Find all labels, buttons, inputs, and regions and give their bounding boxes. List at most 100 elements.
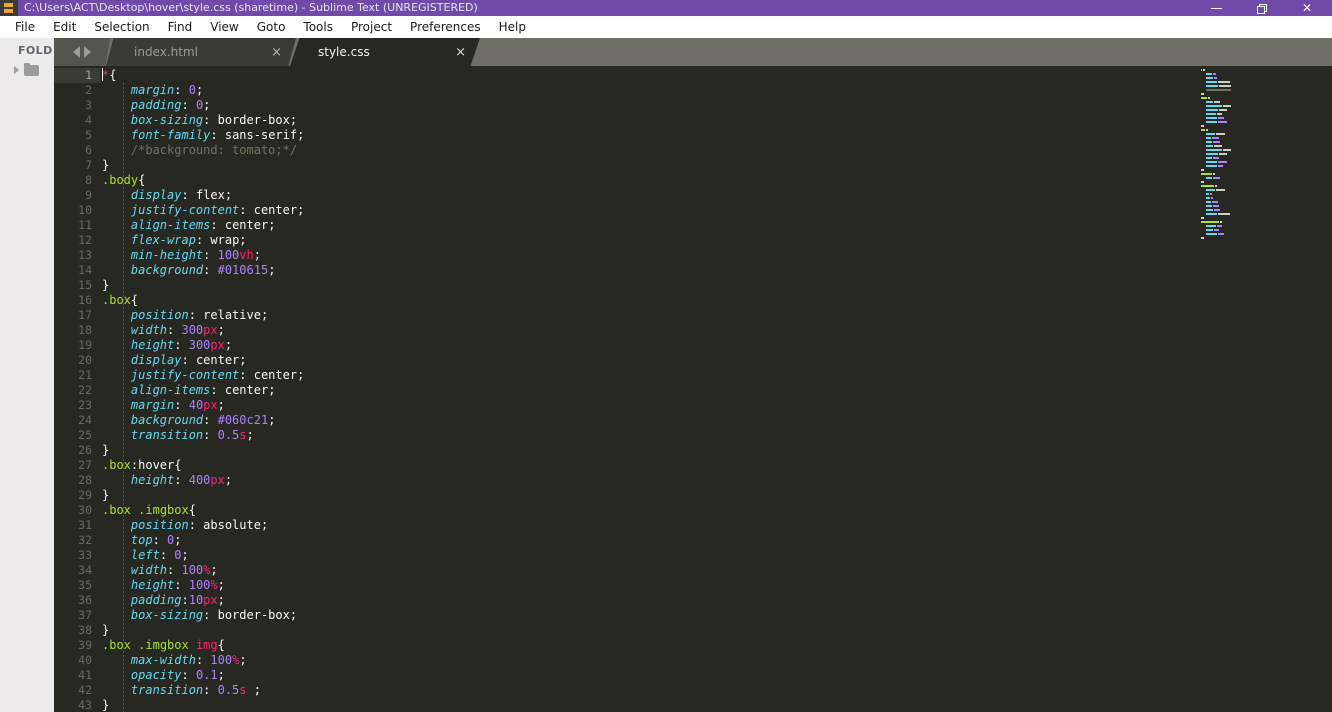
menu-item-help[interactable]: Help (490, 16, 535, 38)
code-line[interactable]: transition: 0.5s; (100, 428, 1195, 443)
code-line[interactable]: box-sizing: border-box; (100, 608, 1195, 623)
code-line[interactable]: max-width: 100%; (100, 653, 1195, 668)
code-line[interactable]: /*background: tomato;*/ (100, 143, 1195, 158)
minimap-segment (1214, 77, 1217, 79)
minimize-button[interactable] (1194, 0, 1240, 16)
code-line[interactable]: } (100, 158, 1195, 173)
arrow-right-icon[interactable] (84, 46, 91, 58)
line-number: 39 (78, 638, 92, 652)
menu-item-find[interactable]: Find (159, 16, 202, 38)
sublime-text-icon (0, 0, 18, 16)
code-line[interactable]: padding:10px; (100, 593, 1195, 608)
restore-button[interactable] (1240, 0, 1286, 16)
code-line[interactable]: box-sizing: border-box; (100, 113, 1195, 128)
line-number: 21 (78, 368, 92, 382)
code-line[interactable]: top: 0; (100, 533, 1195, 548)
code-editor[interactable]: *{ margin: 0; padding: 0; box-sizing: bo… (100, 66, 1195, 712)
menu-item-view[interactable]: View (201, 16, 247, 38)
triangle-right-icon[interactable] (14, 66, 19, 74)
code-line[interactable]: margin: 40px; (100, 398, 1195, 413)
close-button[interactable]: ✕ (1286, 0, 1332, 16)
code-line[interactable]: margin: 0; (100, 83, 1195, 98)
menu-item-file[interactable]: File (6, 16, 44, 38)
code-line[interactable]: } (100, 623, 1195, 638)
line-number: 32 (78, 533, 92, 547)
code-line[interactable]: .box .imgbox img{ (100, 638, 1195, 653)
code-line[interactable]: opacity: 0.1; (100, 668, 1195, 683)
minimap-segment (1218, 85, 1231, 87)
minimap-segment (1205, 133, 1215, 135)
code-line[interactable]: min-height: 100vh; (100, 248, 1195, 263)
code-line[interactable]: *{ (100, 68, 1195, 83)
minimap-segment (1201, 93, 1204, 95)
line-number: 8 (85, 173, 92, 187)
code-line[interactable]: align-items: center; (100, 218, 1195, 233)
menu-item-edit[interactable]: Edit (44, 16, 85, 38)
tab-label: style.css (318, 45, 370, 59)
code-line[interactable]: align-items: center; (100, 383, 1195, 398)
menu-item-preferences[interactable]: Preferences (401, 16, 490, 38)
minimap-segment (1216, 225, 1223, 227)
menu-item-tools[interactable]: Tools (294, 16, 342, 38)
line-number: 25 (78, 428, 92, 442)
line-number: 31 (78, 518, 92, 532)
code-line[interactable]: width: 100%; (100, 563, 1195, 578)
minimap-segment (1217, 165, 1224, 167)
code-line[interactable]: font-family: sans-serif; (100, 128, 1195, 143)
tab-style-css[interactable]: style.css × (290, 38, 480, 66)
minimap-segment (1213, 173, 1215, 175)
code-line[interactable]: background: #010615; (100, 263, 1195, 278)
code-line[interactable]: left: 0; (100, 548, 1195, 563)
code-line[interactable]: } (100, 278, 1195, 293)
code-line[interactable]: height: 100%; (100, 578, 1195, 593)
code-line[interactable]: padding: 0; (100, 98, 1195, 113)
code-line[interactable]: .body{ (100, 173, 1195, 188)
code-line[interactable]: width: 300px; (100, 323, 1195, 338)
code-line[interactable]: position: relative; (100, 308, 1195, 323)
minimap-segment (1217, 117, 1225, 119)
code-line[interactable]: transition: 0.5s ; (100, 683, 1195, 698)
line-number: 6 (85, 143, 92, 157)
line-number: 26 (78, 443, 92, 457)
code-line[interactable]: display: flex; (100, 188, 1195, 203)
close-icon[interactable]: × (271, 46, 282, 59)
code-line[interactable]: justify-content: center; (100, 368, 1195, 383)
code-line[interactable]: .box:hover{ (100, 458, 1195, 473)
menu-item-selection[interactable]: Selection (85, 16, 158, 38)
tab-navigation[interactable] (54, 38, 110, 66)
sidebar-folder-row[interactable] (0, 61, 54, 79)
minimap-segment (1205, 177, 1213, 179)
minimap-segment (1205, 73, 1213, 75)
code-line[interactable]: justify-content: center; (100, 203, 1195, 218)
menu-item-project[interactable]: Project (342, 16, 401, 38)
minimap-segment (1205, 209, 1214, 211)
code-line[interactable]: position: absolute; (100, 518, 1195, 533)
code-line[interactable]: } (100, 443, 1195, 458)
code-line[interactable]: background: #060c21; (100, 413, 1195, 428)
minimap-segment (1205, 117, 1217, 119)
code-line[interactable]: height: 400px; (100, 473, 1195, 488)
code-line[interactable]: } (100, 488, 1195, 503)
code-line[interactable]: } (100, 698, 1195, 712)
line-number: 27 (78, 458, 92, 472)
window-controls: ✕ (1194, 0, 1332, 16)
minimap[interactable] (1195, 66, 1332, 712)
code-line[interactable]: height: 300px; (100, 338, 1195, 353)
minimap-segment (1205, 137, 1212, 139)
tab-index-html[interactable]: index.html × (106, 38, 296, 66)
code-line[interactable]: .box .imgbox{ (100, 503, 1195, 518)
line-number: 5 (85, 128, 92, 142)
code-line[interactable]: display: center; (100, 353, 1195, 368)
code-line[interactable]: flex-wrap: wrap; (100, 233, 1195, 248)
minimap-segment (1205, 197, 1211, 199)
menu-item-goto[interactable]: Goto (248, 16, 295, 38)
code-line[interactable]: .box{ (100, 293, 1195, 308)
line-number: 38 (78, 623, 92, 637)
arrow-left-icon[interactable] (73, 46, 80, 58)
line-number: 10 (78, 203, 92, 217)
line-number: 15 (78, 278, 92, 292)
minimap-segment (1201, 169, 1204, 171)
minimap-segment (1214, 209, 1220, 211)
close-icon[interactable]: × (455, 46, 466, 59)
line-number: 20 (78, 353, 92, 367)
